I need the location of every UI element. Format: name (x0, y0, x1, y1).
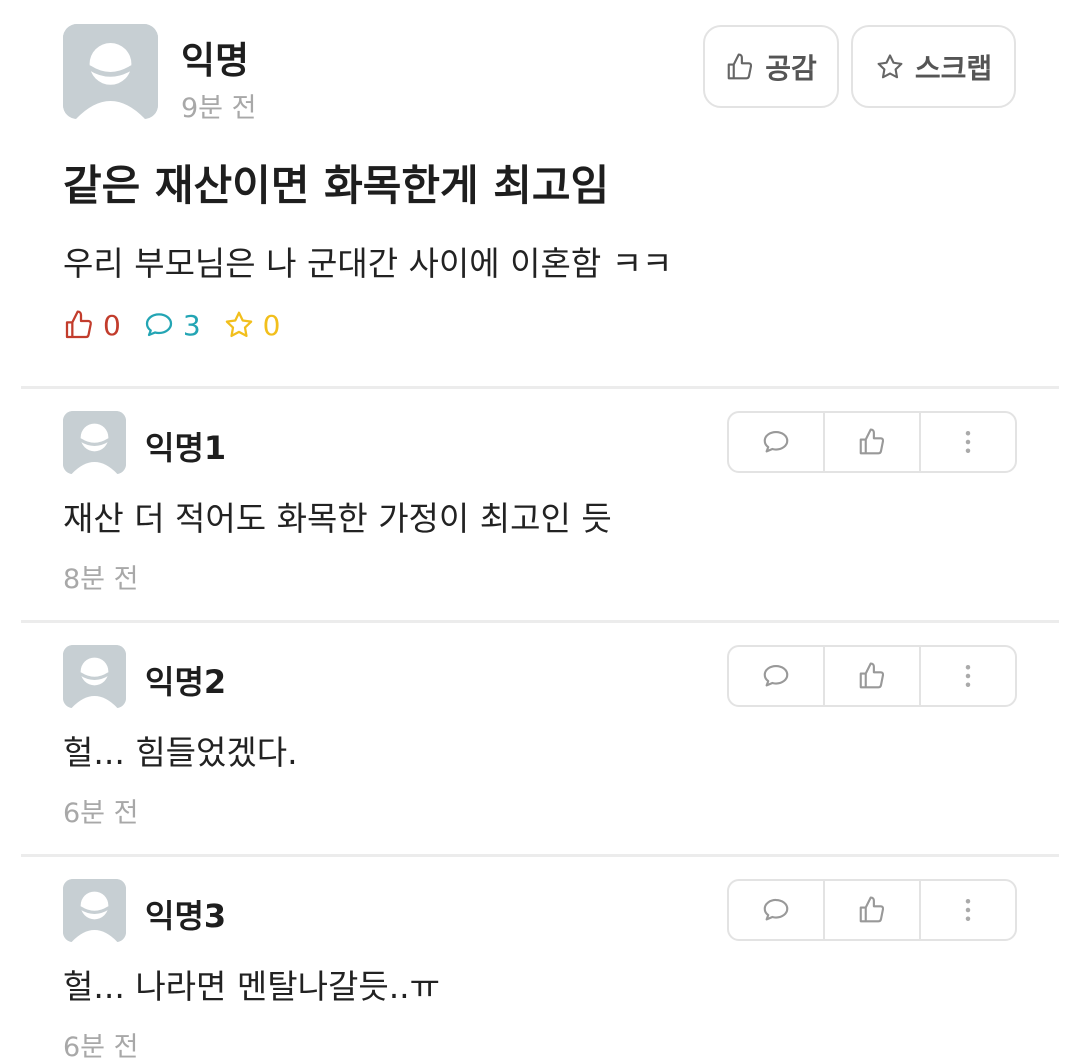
comment-text: 헐... 힘들었겠다. (63, 733, 298, 772)
more-options-button[interactable] (921, 647, 1015, 705)
comment-item: 익명3 헐... 나라면 멘탈나갈듯..ㅠ 6분 전 (0, 857, 1080, 1059)
more-vertical-icon (953, 895, 983, 925)
speech-bubble-icon (761, 661, 791, 691)
like-count: 0 (63, 309, 121, 342)
reply-button[interactable] (729, 413, 825, 471)
reply-button[interactable] (729, 647, 825, 705)
comment-like-button[interactable] (825, 881, 921, 939)
comment-actions (727, 411, 1017, 473)
comment-like-button[interactable] (825, 647, 921, 705)
comment-count: 3 (143, 309, 201, 342)
default-avatar-icon (63, 645, 126, 708)
comment-item: 익명2 헐... 힘들었겠다. 6분 전 (0, 623, 1080, 856)
post-author-name: 익명 (181, 39, 250, 82)
comment-count-value: 3 (182, 308, 201, 342)
comment-author-name: 익명2 (145, 663, 227, 701)
reply-button[interactable] (729, 881, 825, 939)
comment-author-avatar[interactable] (63, 879, 126, 942)
thumbs-up-icon (857, 427, 887, 457)
more-options-button[interactable] (921, 881, 1015, 939)
more-options-button[interactable] (921, 413, 1015, 471)
speech-bubble-icon (143, 309, 175, 341)
speech-bubble-icon (761, 895, 791, 925)
scrap-count-value: 0 (262, 308, 281, 342)
post-timestamp: 9분 전 (181, 93, 257, 124)
star-icon (875, 52, 905, 82)
post: 익명 9분 전 공감 스크랩 같은 재산이면 화목한게 최고임 우리 부모님은 … (0, 0, 1080, 386)
post-author-avatar[interactable] (63, 24, 158, 119)
thumbs-up-icon (63, 309, 95, 341)
comment-text: 헐... 나라면 멘탈나갈듯..ㅠ (63, 967, 441, 1006)
comment-author-avatar[interactable] (63, 645, 126, 708)
thumbs-up-icon (725, 52, 755, 82)
comment-actions (727, 879, 1017, 941)
comment-item: 익명1 재산 더 적어도 화목한 가정이 최고인 듯 8분 전 (0, 389, 1080, 622)
comment-like-button[interactable] (825, 413, 921, 471)
like-button[interactable]: 공감 (703, 25, 839, 108)
speech-bubble-icon (761, 427, 791, 457)
more-vertical-icon (953, 661, 983, 691)
comment-author-avatar[interactable] (63, 411, 126, 474)
default-avatar-icon (63, 879, 126, 942)
comment-actions (727, 645, 1017, 707)
post-stats: 0 3 0 (63, 308, 302, 342)
post-body: 우리 부모님은 나 군대간 사이에 이혼함 ㅋㅋ (63, 244, 673, 283)
scrap-button-label: 스크랩 (914, 52, 993, 84)
default-avatar-icon (63, 24, 158, 119)
comment-timestamp: 8분 전 (63, 564, 139, 595)
comment-timestamp: 6분 전 (63, 798, 139, 829)
comment-author-name: 익명1 (145, 429, 227, 467)
post-title: 같은 재산이면 화목한게 최고임 (63, 161, 610, 210)
like-button-label: 공감 (765, 52, 817, 84)
thumbs-up-icon (857, 895, 887, 925)
comment-author-name: 익명3 (145, 897, 227, 935)
like-count-value: 0 (103, 308, 121, 342)
comment-timestamp: 6분 전 (63, 1032, 139, 1059)
thumbs-up-icon (857, 661, 887, 691)
more-vertical-icon (953, 427, 983, 457)
default-avatar-icon (63, 411, 126, 474)
star-icon (223, 309, 255, 341)
comment-text: 재산 더 적어도 화목한 가정이 최고인 듯 (63, 499, 612, 538)
scrap-count: 0 (223, 308, 281, 342)
scrap-button[interactable]: 스크랩 (851, 25, 1016, 108)
